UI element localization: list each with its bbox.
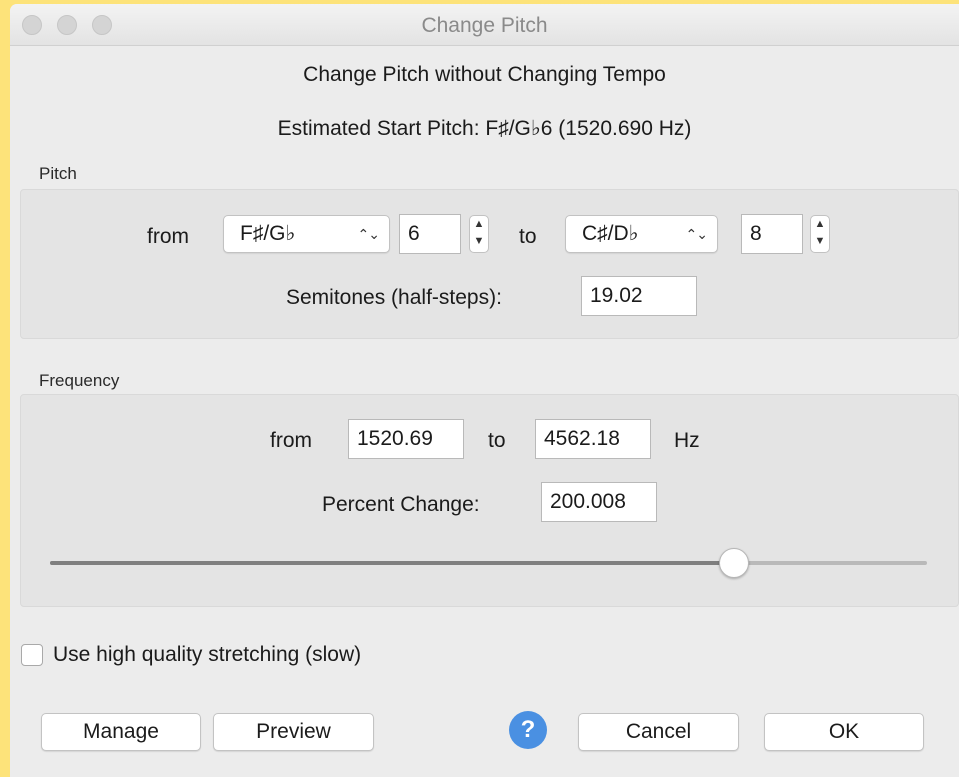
high-quality-label: Use high quality stretching (slow) [53,643,362,666]
help-icon[interactable]: ? [509,711,547,749]
from-note-select[interactable]: F♯/G♭ ⌃⌄ [223,215,390,253]
percent-change-slider[interactable] [50,561,927,565]
from-frequency-field[interactable]: 1520.69 [348,419,464,459]
from-octave-stepper[interactable]: ▲ ▼ [469,215,489,253]
pitch-group-label: Pitch [39,164,77,183]
title-bar: Change Pitch [10,4,959,46]
slider-thumb[interactable] [719,548,750,578]
chevron-updown-icon: ⌃⌄ [685,226,708,242]
pitch-group [20,189,959,339]
dialog-heading: Change Pitch without Changing Tempo [303,63,666,86]
frequency-unit: Hz [674,429,700,452]
to-note-select[interactable]: C♯/D♭ ⌃⌄ [565,215,718,253]
manage-button[interactable]: Manage [41,713,201,751]
estimated-start-pitch: Estimated Start Pitch: F♯/G♭6 (1520.690 … [277,117,692,140]
to-octave-stepper[interactable]: ▲ ▼ [810,215,830,253]
percent-change-field[interactable]: 200.008 [541,482,657,522]
from-note-value: F♯/G♭ [240,222,296,245]
ok-button[interactable]: OK [764,713,924,751]
frequency-group-label: Frequency [39,371,120,390]
semitones-field[interactable]: 19.02 [581,276,697,316]
to-frequency-field[interactable]: 4562.18 [535,419,651,459]
change-pitch-dialog: Change Pitch Change Pitch without Changi… [10,4,959,777]
slider-fill [50,561,735,565]
cancel-button[interactable]: Cancel [578,713,739,751]
window-title: Change Pitch [421,14,548,37]
frequency-from-label: from [270,429,312,452]
frequency-group [20,394,959,607]
preview-button[interactable]: Preview [213,713,374,751]
pitch-from-label: from [147,225,189,248]
semitones-label: Semitones (half-steps): [286,286,502,309]
high-quality-checkbox[interactable] [21,644,43,666]
percent-change-label: Percent Change: [322,493,480,516]
chevron-updown-icon: ⌃⌄ [357,226,380,242]
frequency-to-label: to [488,429,506,452]
pitch-to-label: to [519,225,537,248]
to-note-value: C♯/D♭ [582,222,639,245]
to-octave-field[interactable]: 8 [741,214,803,254]
from-octave-field[interactable]: 6 [399,214,461,254]
